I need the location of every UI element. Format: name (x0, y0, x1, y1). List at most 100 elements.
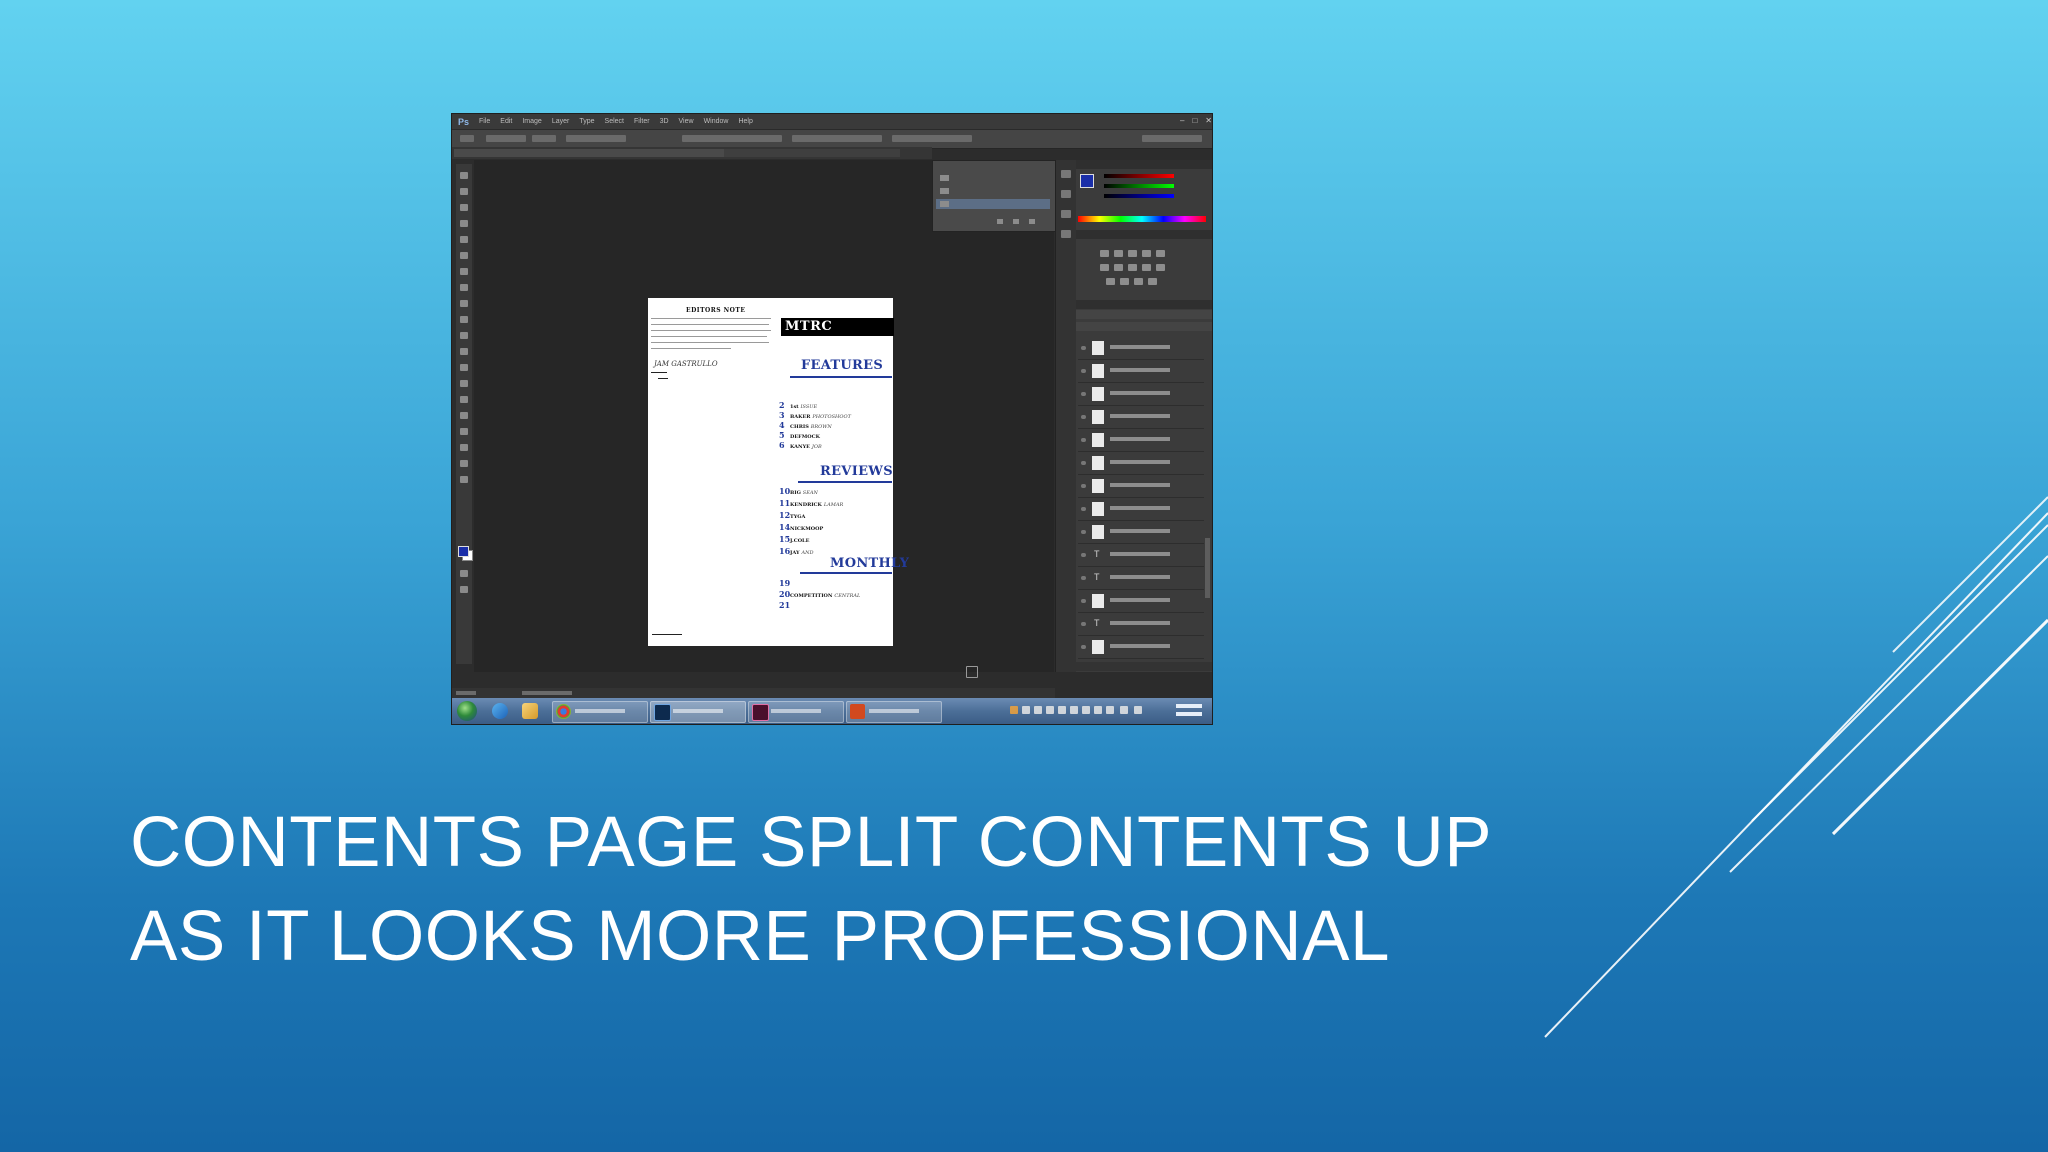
history-brush-tool-icon[interactable] (460, 316, 468, 323)
menu-item-window[interactable]: Window (704, 118, 729, 125)
zoom-tool-icon[interactable] (460, 476, 468, 483)
pen-tool-icon[interactable] (460, 396, 468, 403)
tab-other-document[interactable] (724, 149, 900, 157)
blur-tool-icon[interactable] (460, 364, 468, 371)
taskbar-chrome[interactable] (552, 701, 648, 723)
eye-icon[interactable] (1081, 438, 1086, 442)
menu-item-file[interactable]: File (479, 118, 490, 125)
layer-row[interactable]: T (1078, 568, 1204, 590)
layer-row[interactable] (1078, 476, 1204, 498)
eye-icon[interactable] (1081, 530, 1086, 534)
taskbar-photoshop[interactable] (650, 701, 746, 723)
3d-mode-icons[interactable] (892, 135, 972, 142)
minimize-icon[interactable]: – (1180, 116, 1184, 125)
eye-icon[interactable] (1081, 369, 1086, 373)
tray-icon[interactable] (1010, 706, 1018, 714)
layers-scrollbar[interactable] (1205, 538, 1210, 598)
tray-icon[interactable] (1082, 706, 1090, 714)
layer-row[interactable]: T (1078, 614, 1204, 636)
group-dropdown[interactable] (532, 135, 556, 142)
trash-icon[interactable] (1029, 219, 1035, 224)
dodge-tool-icon[interactable] (460, 380, 468, 387)
eye-icon[interactable] (1081, 484, 1086, 488)
eraser-tool-icon[interactable] (460, 332, 468, 339)
layer-row[interactable]: T (1078, 545, 1204, 567)
invert-icon[interactable] (1106, 278, 1115, 285)
properties-panel-icon[interactable] (1061, 190, 1071, 198)
taskbar-powerpoint[interactable] (846, 701, 942, 723)
menu-item-layer[interactable]: Layer (552, 118, 570, 125)
contents-page-document[interactable]: EDITORS NOTE JAM GASTRULLO MTRC FEATURES… (648, 298, 909, 646)
tray-icon[interactable] (1106, 706, 1114, 714)
maximize-icon[interactable]: □ (1192, 116, 1197, 125)
tray-icon[interactable] (1070, 706, 1078, 714)
layer-row[interactable] (1078, 384, 1204, 406)
adjustments-panel-tabs[interactable] (1076, 230, 1212, 239)
menu-item-image[interactable]: Image (522, 118, 541, 125)
menu-item-view[interactable]: View (679, 118, 694, 125)
layer-row[interactable] (1078, 637, 1204, 659)
color-panel-swatch[interactable] (1080, 174, 1094, 188)
eye-icon[interactable] (1081, 553, 1086, 557)
align-icons[interactable] (682, 135, 782, 142)
curves-icon[interactable] (1128, 250, 1137, 257)
gradient-map-icon[interactable] (1148, 278, 1157, 285)
stamp-tool-icon[interactable] (460, 300, 468, 307)
path-select-tool-icon[interactable] (460, 428, 468, 435)
character-panel-icon[interactable] (1061, 210, 1071, 218)
distribute-icons[interactable] (792, 135, 882, 142)
hand-tool-icon[interactable] (460, 460, 468, 467)
tray-icon[interactable] (1046, 706, 1054, 714)
eye-icon[interactable] (1081, 622, 1086, 626)
taskbar-date[interactable] (1176, 712, 1202, 716)
exposure-icon[interactable] (1142, 250, 1151, 257)
blue-slider[interactable] (1104, 194, 1174, 198)
eye-icon[interactable] (1081, 645, 1086, 649)
lasso-tool-icon[interactable] (460, 204, 468, 211)
eye-icon[interactable] (1081, 346, 1086, 350)
tab-contents-page[interactable] (454, 149, 725, 157)
red-slider[interactable] (1104, 174, 1174, 178)
layer-row[interactable] (1078, 453, 1204, 475)
gradient-tool-icon[interactable] (460, 348, 468, 355)
posterize-icon[interactable] (1120, 278, 1129, 285)
taskbar-indesign[interactable] (748, 701, 844, 723)
start-button-icon[interactable] (457, 701, 477, 721)
brightness-icon[interactable] (1100, 250, 1109, 257)
eye-icon[interactable] (1081, 599, 1086, 603)
move-tool-icon[interactable] (460, 135, 474, 142)
screen-mode-icon[interactable] (460, 586, 468, 593)
eye-icon[interactable] (1081, 507, 1086, 511)
layer-row[interactable] (1078, 407, 1204, 429)
brush-tool-icon[interactable] (460, 284, 468, 291)
tray-icon[interactable] (1094, 706, 1102, 714)
color-balance-icon[interactable] (1114, 264, 1123, 271)
eye-icon[interactable] (1081, 576, 1086, 580)
quick-mask-icon[interactable] (460, 570, 468, 577)
history-state-selected[interactable] (936, 199, 1050, 209)
auto-select-option[interactable] (486, 135, 526, 142)
layer-row[interactable] (1078, 499, 1204, 521)
transform-controls-option[interactable] (566, 135, 626, 142)
healing-tool-icon[interactable] (460, 268, 468, 275)
new-document-icon[interactable] (1013, 219, 1019, 224)
zoom-level[interactable] (456, 691, 476, 695)
move-tool-icon[interactable] (460, 172, 468, 179)
menu-item-select[interactable]: Select (605, 118, 624, 125)
tray-icon[interactable] (1022, 706, 1030, 714)
layer-row[interactable] (1078, 338, 1204, 360)
black-white-icon[interactable] (1128, 264, 1137, 271)
layer-row[interactable] (1078, 522, 1204, 544)
workspace-dropdown[interactable] (1142, 135, 1202, 142)
color-panel-tabs[interactable] (1076, 160, 1212, 169)
internet-explorer-icon[interactable] (492, 703, 508, 719)
canvas-area[interactable]: EDITORS NOTE JAM GASTRULLO MTRC FEATURES… (474, 160, 1054, 678)
taskbar-clock[interactable] (1176, 704, 1202, 708)
marquee-tool-icon[interactable] (460, 188, 468, 195)
green-slider[interactable] (1104, 184, 1174, 188)
threshold-icon[interactable] (1134, 278, 1143, 285)
blend-mode-bar[interactable] (1076, 322, 1212, 331)
levels-icon[interactable] (1114, 250, 1123, 257)
crop-tool-icon[interactable] (460, 236, 468, 243)
volume-icon[interactable] (1120, 706, 1128, 714)
